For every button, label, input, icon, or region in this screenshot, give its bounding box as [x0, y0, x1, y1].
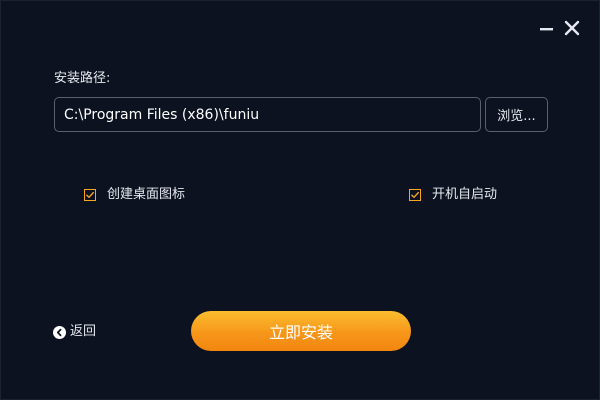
checkmark-icon — [411, 191, 419, 198]
close-icon — [564, 20, 580, 36]
desktop-icon-option[interactable]: 创建桌面图标 — [84, 186, 185, 204]
desktop-icon-label: 创建桌面图标 — [107, 187, 186, 202]
minimize-button[interactable] — [537, 18, 557, 38]
auto-start-checkbox[interactable] — [409, 189, 421, 201]
back-arrow-icon — [53, 325, 66, 339]
install-now-button[interactable]: 立即安装 — [191, 311, 411, 351]
auto-start-option[interactable]: 开机自启动 — [409, 186, 497, 204]
browse-button[interactable]: 浏览... — [485, 97, 548, 132]
install-path-input[interactable] — [54, 97, 481, 132]
checkmark-icon — [86, 191, 94, 198]
installer-window: 安装路径: 浏览... 创建桌面图标 开机自启动 返回 立即安装 — [0, 0, 600, 400]
install-path-label: 安装路径: — [54, 71, 111, 86]
desktop-icon-checkbox[interactable] — [84, 189, 96, 201]
close-button[interactable] — [562, 18, 582, 38]
back-link[interactable]: 返回 — [53, 323, 96, 341]
back-label: 返回 — [70, 324, 97, 339]
auto-start-label: 开机自启动 — [432, 187, 498, 202]
minimize-icon — [540, 28, 553, 31]
